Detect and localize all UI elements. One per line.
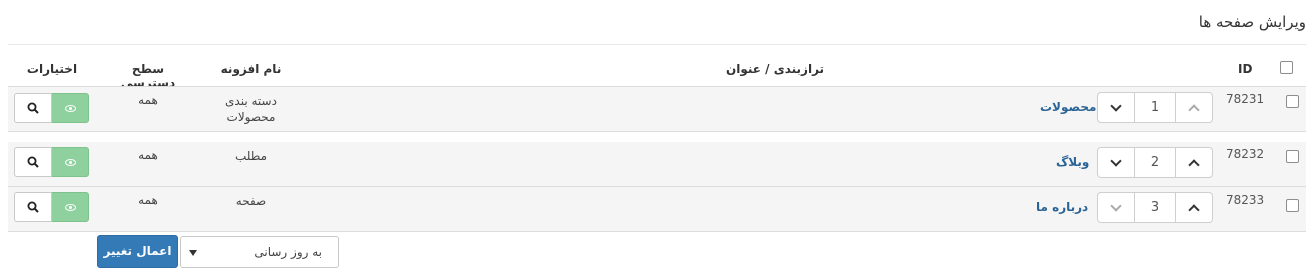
move-up-button[interactable] [1175,192,1213,223]
header-order-title: ترازبندی / عنوان [726,62,825,76]
row-id: 78233 [1226,193,1265,207]
search-icon [27,201,39,213]
bulk-action-select[interactable]: به روز رسانی [180,236,339,268]
access-level: همه [138,93,158,107]
page-title-link[interactable]: محصولات [1040,100,1096,114]
search-button[interactable] [14,93,52,123]
chevron-down-icon [1110,99,1122,112]
eye-icon [64,104,76,112]
chevron-up-icon [1188,203,1200,216]
view-button[interactable] [51,147,89,177]
caret-down-icon [189,250,197,256]
header-options: اختیارات [26,62,78,76]
page-title-link[interactable]: درباره ما [1036,200,1088,214]
header-extension: نام افزونه [220,62,282,76]
extension-name: صفحه [235,194,267,208]
view-button[interactable] [51,192,89,222]
move-down-button[interactable] [1097,147,1135,178]
row-id: 78232 [1226,147,1265,161]
chevron-down-icon [1110,199,1122,212]
access-level: همه [138,148,158,162]
title-divider [8,44,1306,45]
search-button[interactable] [14,192,52,222]
extension-name: دسته بندی محصولات [225,94,277,124]
move-down-button[interactable] [1097,192,1135,223]
apply-changes-button[interactable]: اعمال تغییر [97,235,178,268]
chevron-up-icon [1188,158,1200,171]
row-checkbox[interactable] [1286,199,1299,212]
view-button[interactable] [51,93,89,123]
eye-icon [64,203,76,211]
order-input[interactable]: 3 [1134,192,1176,223]
access-level: همه [138,193,158,207]
extension-name: مطلب [234,149,268,163]
move-down-button[interactable] [1097,92,1135,123]
select-all-checkbox[interactable] [1280,61,1293,74]
move-up-button[interactable] [1175,92,1213,123]
header-id: ID [1238,62,1253,76]
page-title: ویرایش صفحه ها [1198,13,1306,31]
search-button[interactable] [14,147,52,177]
row-checkbox[interactable] [1286,150,1299,163]
bulk-action-selected: به روز رسانی [254,245,322,259]
chevron-up-icon [1188,103,1200,116]
row-checkbox[interactable] [1286,95,1299,108]
search-icon [27,156,39,168]
page-title-link[interactable]: وبلاگ [1056,155,1089,169]
chevron-down-icon [1110,154,1122,167]
move-up-button[interactable] [1175,147,1213,178]
order-input[interactable]: 1 [1134,92,1176,123]
search-icon [27,102,39,114]
eye-icon [64,158,76,166]
row-id: 78231 [1226,92,1265,106]
order-input[interactable]: 2 [1134,147,1176,178]
